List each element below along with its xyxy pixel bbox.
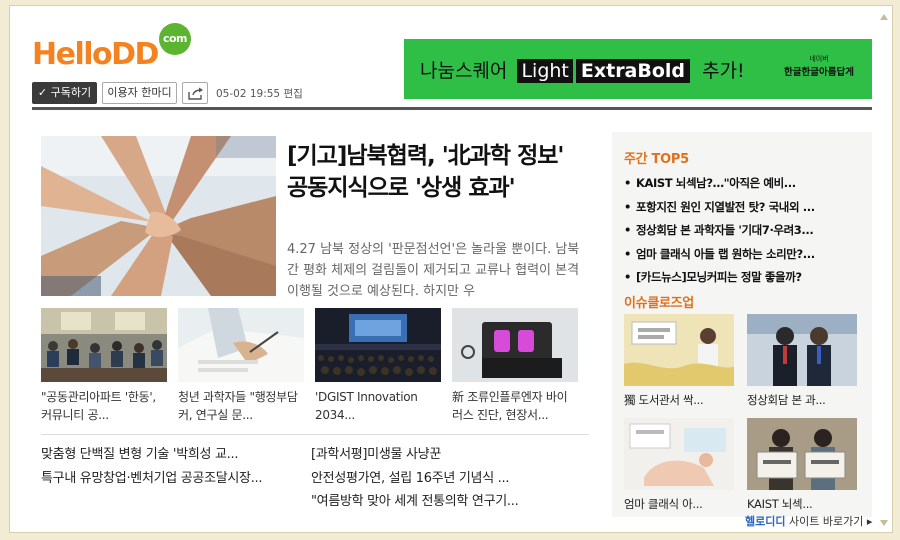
banner-brand-small: 네이버 xyxy=(809,55,829,63)
top5-item[interactable]: 포항지진 원인 지열발전 탓? 국내외 ... xyxy=(624,196,866,220)
banner-brand-name: 한글한글아름답게 xyxy=(784,67,854,78)
closeup-caption: 엄마 클래식 아... xyxy=(624,497,703,511)
thumb-image-device xyxy=(452,308,578,382)
top5-item[interactable]: KAIST 뇌섹남?…"아직은 예비... xyxy=(624,172,866,196)
thumb-image-meeting xyxy=(41,308,167,382)
closeup-caption: 獨 도서관서 싹... xyxy=(624,393,704,407)
thumb-image-conference xyxy=(315,308,441,382)
banner-brand: 네이버 한글한글아름답게 xyxy=(780,53,858,79)
thumb-caption: 청년 과학자들 "행정부담 커, 연구실 문... xyxy=(178,390,298,422)
banner-message: 나눔스퀘어 Light ExtraBold 추가! xyxy=(420,59,745,83)
feature-headline[interactable]: [기고]남북협력, '北과학 정보' 공동지식으로 '상생 효과' xyxy=(287,140,587,204)
banner-text-before: 나눔스퀘어 xyxy=(420,60,508,82)
scroll-down-icon[interactable] xyxy=(880,520,888,526)
top5-list: KAIST 뇌섹남?…"아직은 예비... 포항지진 원인 지열발전 탓? 국내… xyxy=(624,172,866,290)
closeup-caption: KAIST 뇌섹... xyxy=(747,497,813,511)
list-item[interactable]: 특구내 유망창업·벤처기업 공공조달시장... xyxy=(41,467,309,491)
share-icon xyxy=(188,87,203,100)
closeup-image-library xyxy=(624,314,734,386)
list-divider xyxy=(41,434,589,435)
top5-item[interactable]: 엄마 클래식 아들 랩 원하는 소리만?... xyxy=(624,243,866,267)
right-sidebar: 주간 TOP5 KAIST 뇌섹남?…"아직은 예비... 포항지진 원인 지열… xyxy=(612,132,872,517)
user-opinion-button[interactable]: 이용자 한마디 xyxy=(102,82,177,104)
closeup-image-kaist xyxy=(747,418,857,490)
closeup-item[interactable]: 정상회담 본 과... xyxy=(747,314,857,408)
logo-text: HelloDD xyxy=(32,37,159,72)
thumb-caption: 'DGIST Innovation 2034... xyxy=(315,390,418,422)
footer-link-text: 사이트 바로가기 ▸ xyxy=(788,515,873,528)
logo-com-badge: com xyxy=(159,23,191,55)
feature-summary[interactable]: 4.27 남북 정상의 '판문점선언'은 놀라울 뿐이다. 남북간 평화 체제의… xyxy=(287,239,589,302)
page-frame: HelloDD com 나눔스퀘어 Light ExtraBold 추가! 네이버… xyxy=(9,5,893,533)
list-item[interactable]: 안전성평가연, 설립 16주년 기념식 ... xyxy=(311,467,579,491)
ad-banner[interactable]: 나눔스퀘어 Light ExtraBold 추가! 네이버 한글한글아름답게 xyxy=(404,39,872,99)
top5-item[interactable]: 정상회담 본 과학자들 '기대7·우려3... xyxy=(624,219,866,243)
closeup-item[interactable]: KAIST 뇌섹... xyxy=(747,418,857,512)
thumb-item[interactable]: 'DGIST Innovation 2034... xyxy=(315,308,441,426)
thumb-item[interactable]: "공동관리아파트 '한동', 커뮤니티 공... xyxy=(41,308,167,426)
thumb-image-writing xyxy=(178,308,304,382)
share-button[interactable] xyxy=(182,82,208,104)
closeup-caption: 정상회담 본 과... xyxy=(747,393,826,407)
closeup-item[interactable]: 獨 도서관서 싹... xyxy=(624,314,734,408)
thumb-caption: "공동관리아파트 '한동', 커뮤니티 공... xyxy=(41,390,156,422)
thumb-caption: 新 조류인플루엔자 바이러스 진단, 현장서... xyxy=(452,390,568,422)
thumb-item[interactable]: 청년 과학자들 "행정부담 커, 연구실 문... xyxy=(178,308,304,426)
edit-datetime: 05-02 19:55 편집 xyxy=(216,88,303,100)
closeup-heading: 이슈클로즈업 xyxy=(624,296,694,311)
footer-brand: 헬로디디 xyxy=(745,515,786,528)
thumb-item[interactable]: 新 조류인플루엔자 바이러스 진단, 현장서... xyxy=(452,308,578,426)
closeup-image-summit xyxy=(747,314,857,386)
banner-light-label: Light xyxy=(517,59,573,83)
site-shortcut-link[interactable]: 헬로디디 사이트 바로가기 ▸ xyxy=(745,513,872,529)
headline-list-right: [과학서평]미생물 사냥꾼 안전성평가연, 설립 16주년 기념식 ... "여… xyxy=(311,443,579,514)
list-item[interactable]: 맞춤형 단백질 변형 기술 '박희성 교... xyxy=(41,443,309,467)
list-item[interactable]: "여름방학 맞아 세계 전통의학 연구기... xyxy=(311,490,579,514)
banner-text-after: 추가! xyxy=(702,60,745,82)
headline-list-left: 맞춤형 단백질 변형 기술 '박희성 교... 특구내 유망창업·벤처기업 공공… xyxy=(41,443,309,490)
top5-item[interactable]: [카드뉴스]모닝커피는 정말 좋을까? xyxy=(624,266,866,290)
closeup-image-nursery xyxy=(624,418,734,490)
list-item[interactable]: [과학서평]미생물 사냥꾼 xyxy=(311,443,579,467)
banner-extrabold-label: ExtraBold xyxy=(575,59,691,83)
closeup-item[interactable]: 엄마 클래식 아... xyxy=(624,418,734,512)
top5-heading: 주간 TOP5 xyxy=(624,152,689,167)
hellodd-logo[interactable]: HelloDD com xyxy=(32,23,202,78)
scroll-up-icon[interactable] xyxy=(880,14,888,20)
header-divider xyxy=(32,107,872,110)
subscribe-button[interactable]: ✓ 구독하기 xyxy=(32,82,97,104)
feature-image-hands[interactable] xyxy=(41,136,276,296)
